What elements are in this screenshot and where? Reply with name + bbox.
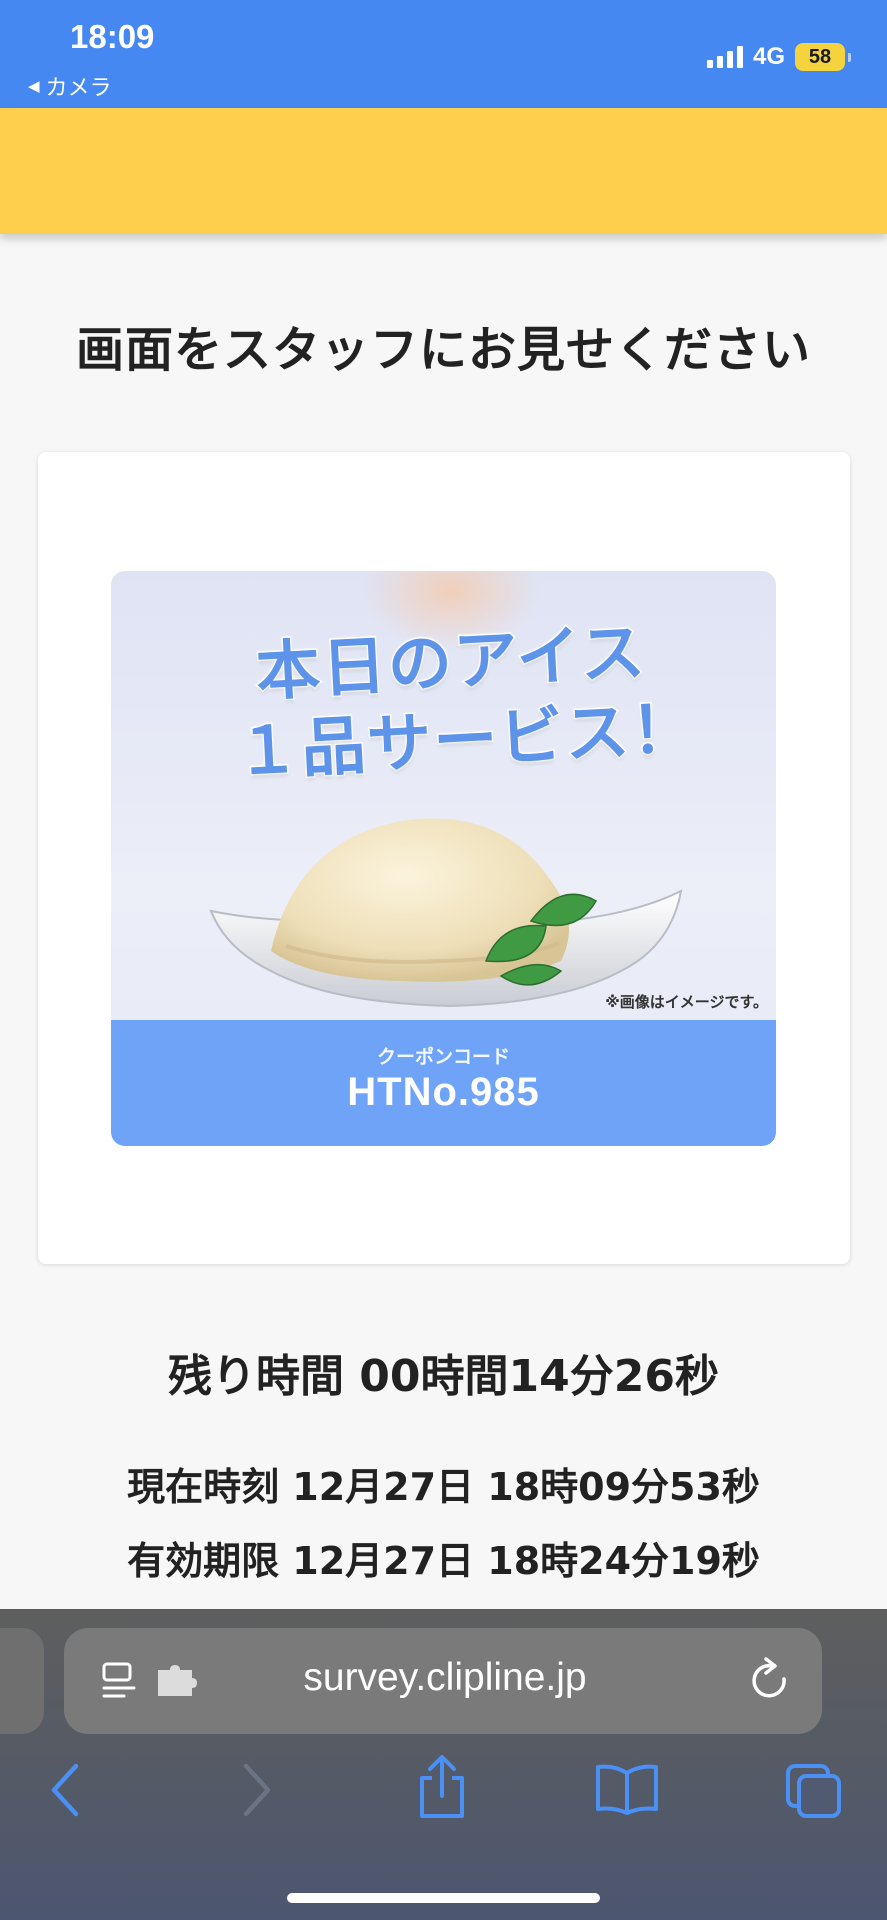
network-type: 4G <box>752 43 785 70</box>
back-triangle-icon: ◀ <box>28 77 40 95</box>
site-header <box>0 108 887 234</box>
share-icon[interactable] <box>414 1754 470 1820</box>
bookmarks-icon[interactable] <box>594 1763 660 1815</box>
home-indicator[interactable] <box>287 1893 600 1903</box>
page-title: 画面をスタッフにお見せください <box>75 322 811 378</box>
back-icon[interactable] <box>48 1762 82 1818</box>
reload-icon[interactable] <box>748 1657 792 1705</box>
previous-tab-preview[interactable] <box>0 1628 44 1734</box>
coupon-code-band: クーポンコード HTNo.985 <box>111 1020 776 1146</box>
expiry-time: 有効期限 12月27日 18時24分19秒 <box>127 1539 760 1583</box>
back-to-app-button[interactable]: ◀ カメラ <box>28 70 112 102</box>
status-time: 18:09 <box>70 18 155 55</box>
page-format-icon[interactable] <box>100 1660 142 1702</box>
tabs-icon[interactable] <box>784 1762 844 1820</box>
coupon-image: 本日のアイス １品サービス！ ※画像はイメージです。 クーポンコード HTNo.… <box>111 571 776 1146</box>
extension-icon[interactable] <box>154 1664 198 1698</box>
coupon-code-label: クーポンコード <box>376 1046 510 1068</box>
battery-level: 58 <box>808 45 832 68</box>
signal-strength-icon <box>706 46 743 68</box>
battery-icon: 58 <box>795 43 851 71</box>
current-time: 現在時刻 12月27日 18時09分53秒 <box>127 1465 760 1509</box>
address-bar-icons <box>100 1660 198 1702</box>
status-indicators: 4G 58 <box>706 42 851 72</box>
status-bar: 18:09 ◀ カメラ 4G 58 <box>0 0 887 108</box>
coupon-code: HTNo.985 <box>347 1070 540 1114</box>
image-disclaimer: ※画像はイメージです。 <box>605 993 768 1011</box>
ice-cream-illustration <box>209 818 683 1008</box>
forward-icon[interactable] <box>240 1762 274 1818</box>
remaining-time: 残り時間 00時間14分26秒 <box>167 1351 719 1402</box>
back-app-label: カメラ <box>45 76 112 101</box>
url-text[interactable]: survey.clipline.jp <box>200 1656 690 1700</box>
